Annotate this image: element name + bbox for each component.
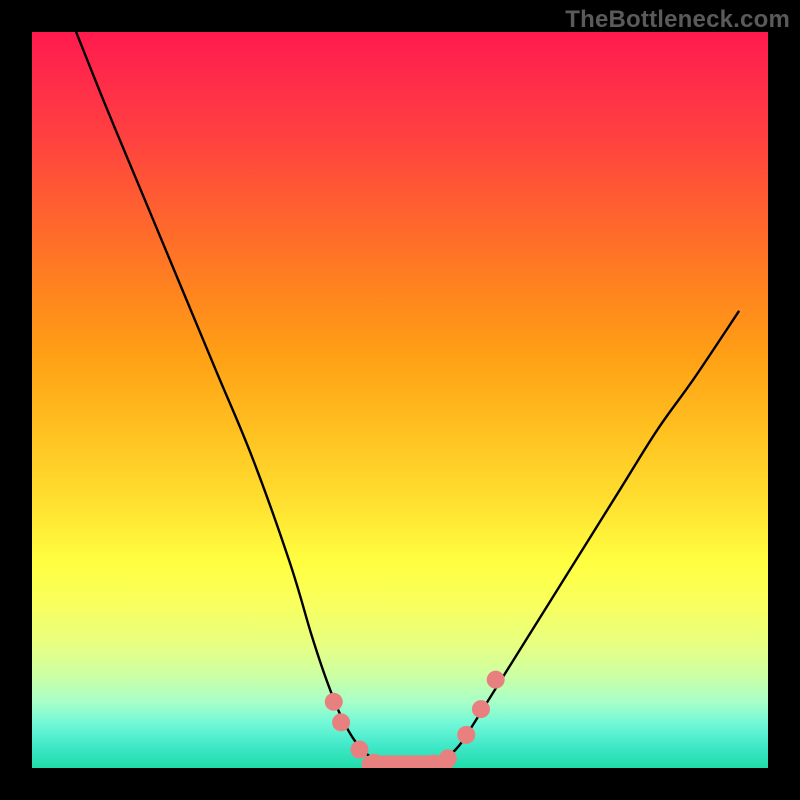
- marker-dot: [472, 700, 490, 718]
- marker-dot: [332, 713, 350, 731]
- marker-dot: [351, 741, 369, 759]
- plot-area: [32, 32, 768, 768]
- marker-dot: [325, 693, 343, 711]
- watermark-text: TheBottleneck.com: [565, 6, 790, 34]
- marker-dot: [457, 726, 475, 744]
- bottleneck-curve: [76, 32, 738, 765]
- chart-frame: TheBottleneck.com: [0, 0, 800, 800]
- chart-svg: [32, 32, 768, 768]
- marker-dot: [439, 749, 457, 767]
- marker-dot: [487, 671, 505, 689]
